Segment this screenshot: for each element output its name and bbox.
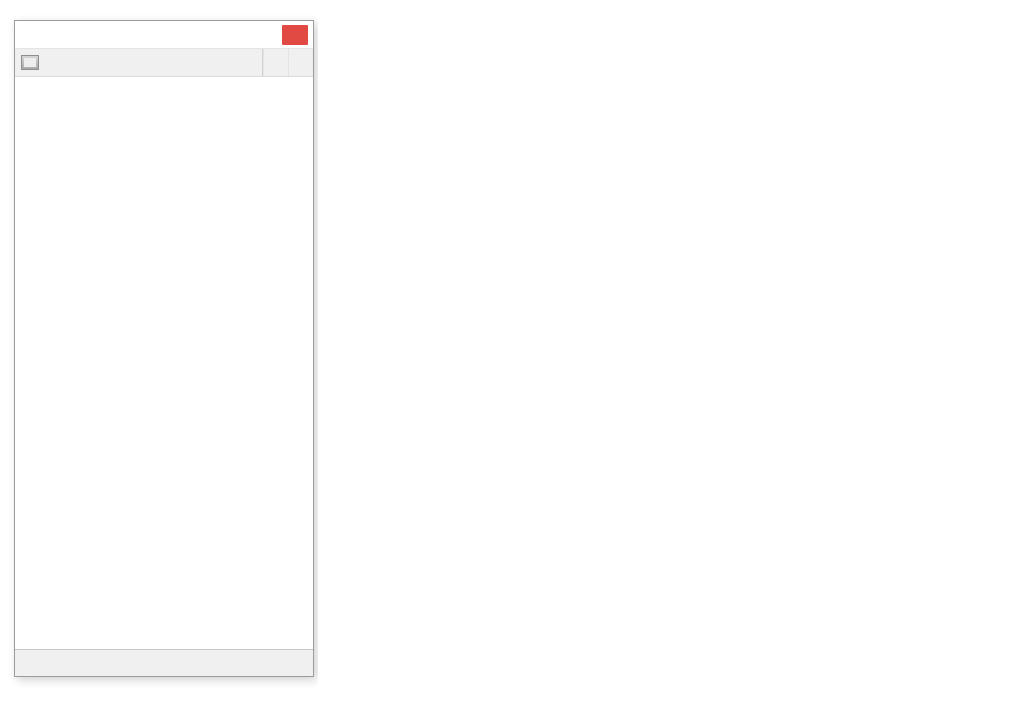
previous-analysis-button[interactable] [263, 49, 288, 76]
next-analysis-button[interactable] [288, 49, 313, 76]
analysis-selector[interactable] [15, 49, 313, 77]
navigator-tab-bar [15, 649, 313, 676]
tree-section-divider [15, 82, 313, 110]
analysis-nav-buttons [262, 49, 313, 76]
close-icon[interactable] [282, 24, 308, 45]
results-view[interactable] [318, 0, 1013, 717]
navigator-results-window [14, 20, 314, 677]
navigator-tree[interactable] [15, 77, 313, 649]
window-titlebar[interactable] [15, 21, 313, 49]
analysis-icon [21, 55, 39, 70]
